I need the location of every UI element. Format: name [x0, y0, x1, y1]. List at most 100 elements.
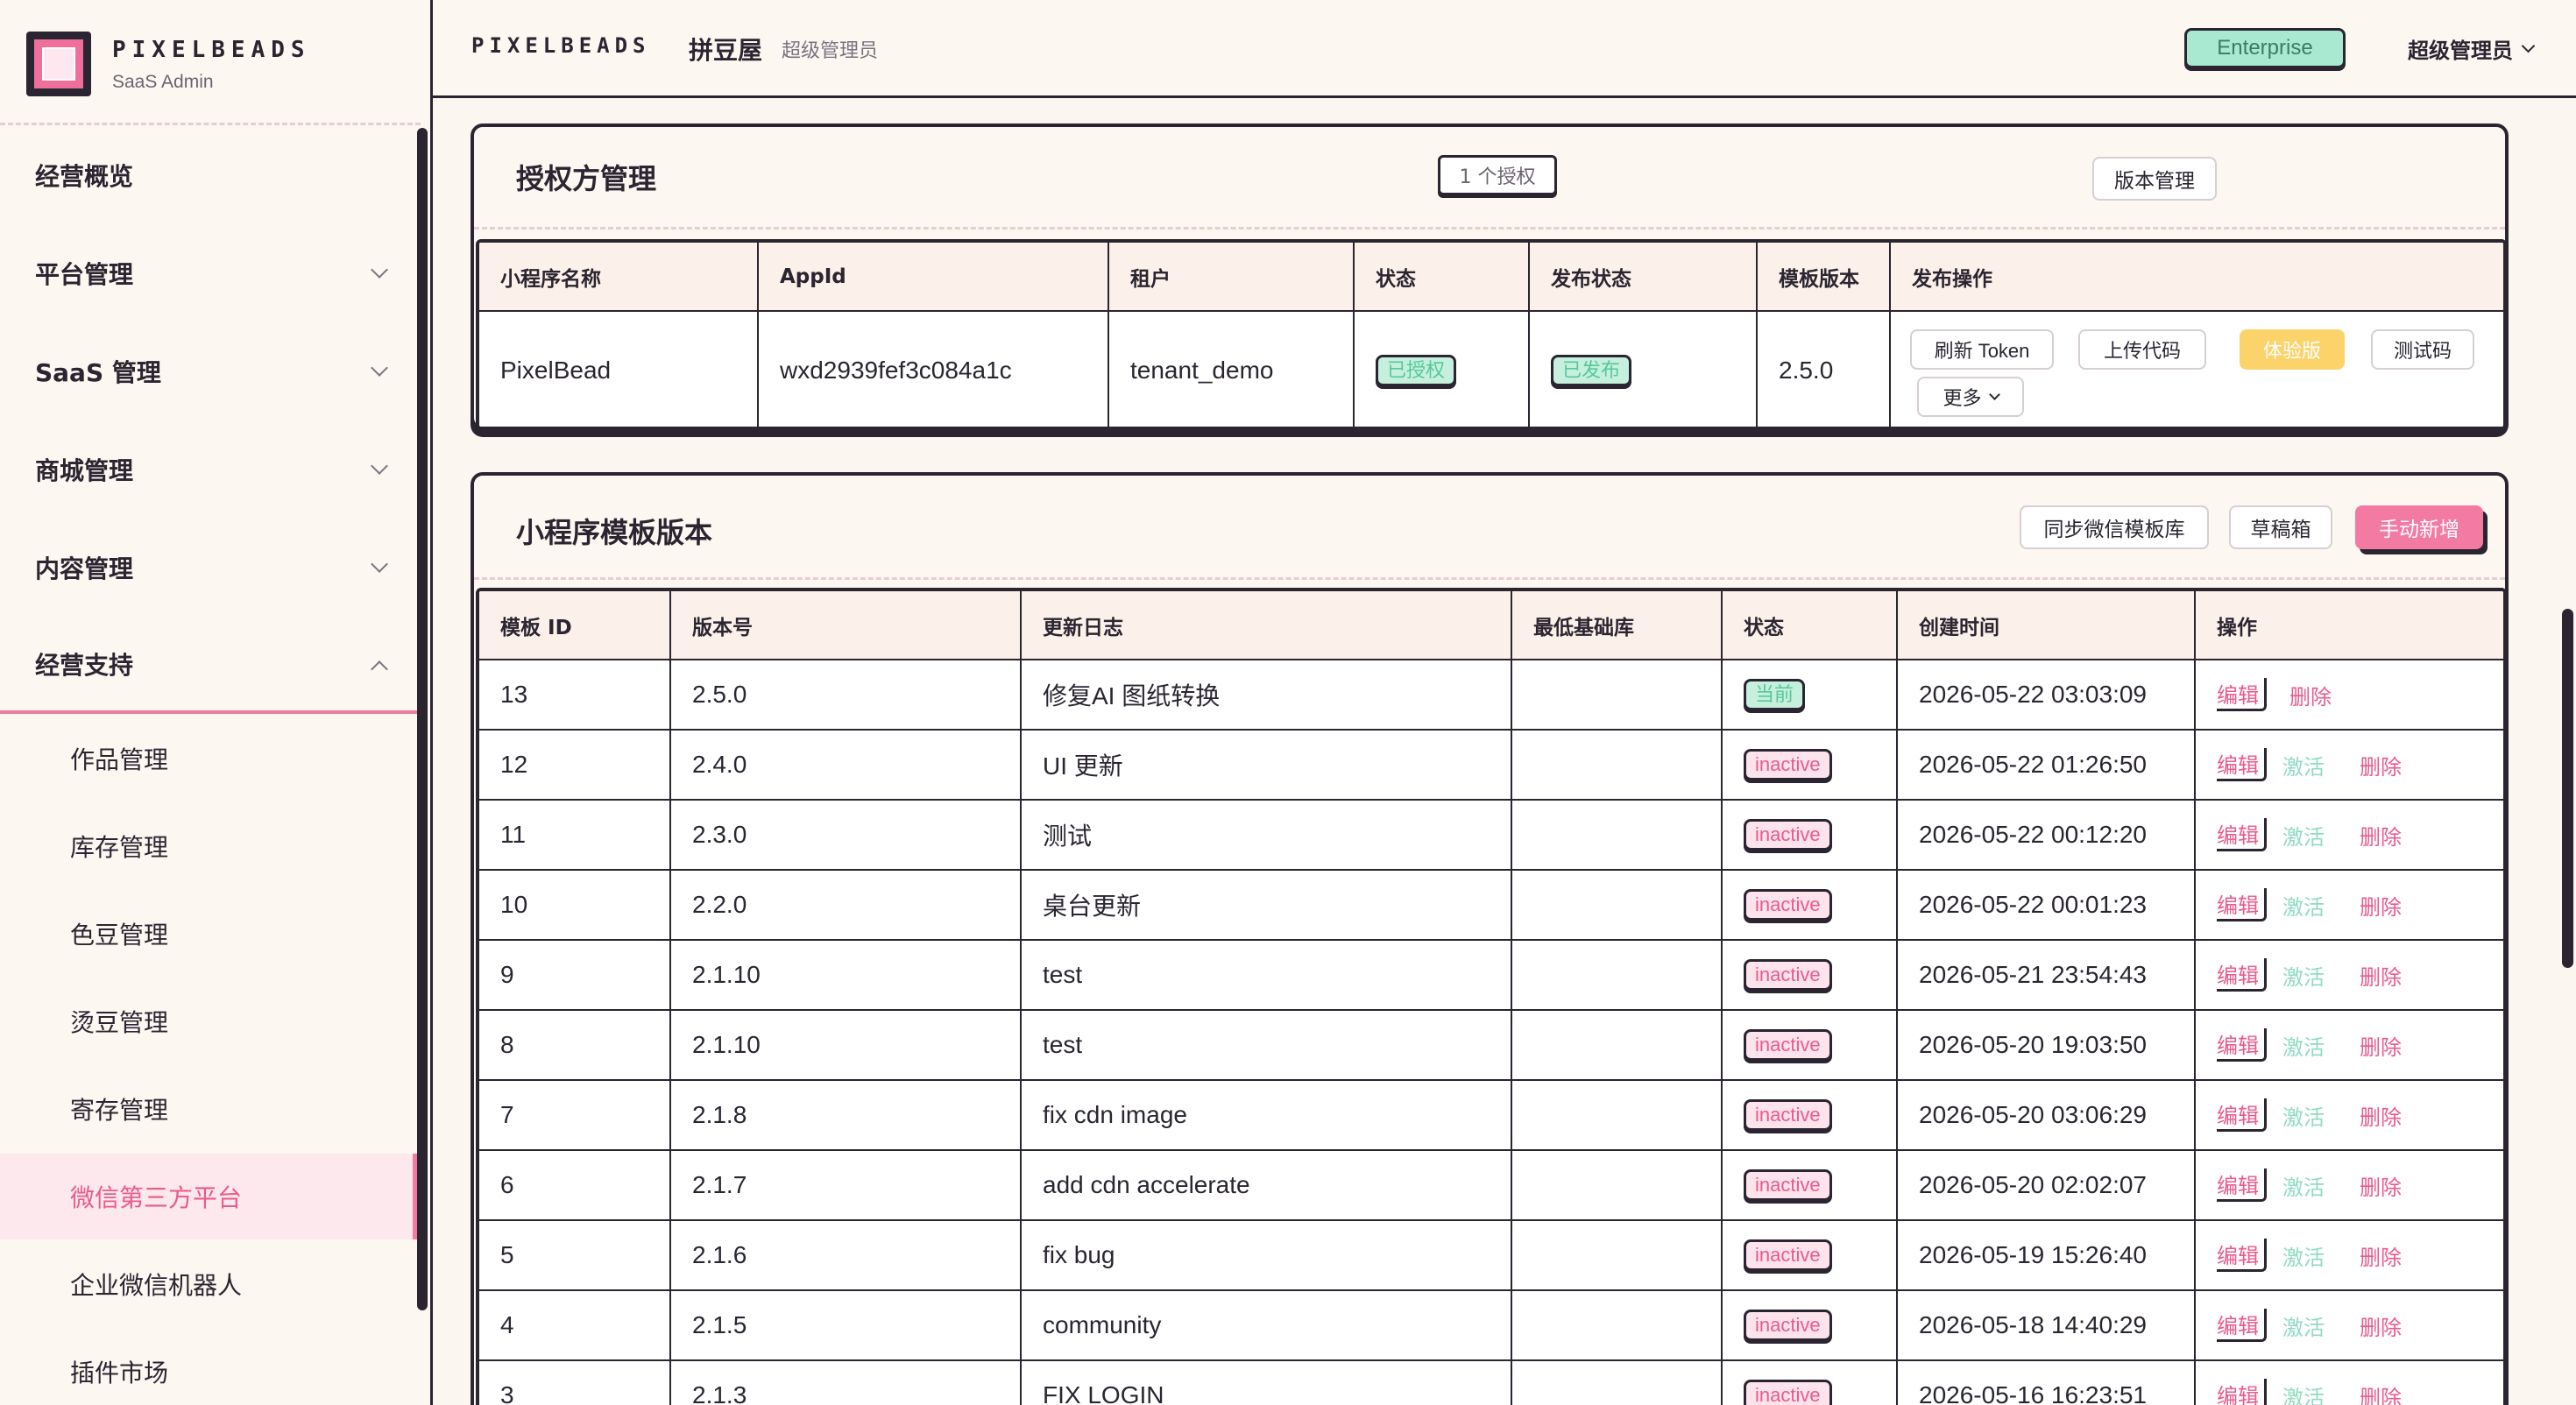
edit-link[interactable]: 编辑 [2217, 1379, 2267, 1405]
activate-link[interactable]: 激活 [2282, 1100, 2325, 1131]
table-row: 3 2.1.3 FIX LOGIN inactive 2026-05-16 16:23:… [479, 1360, 2503, 1405]
column-header: 最低基础库 [1511, 591, 1723, 660]
delete-link[interactable]: 删除 [2360, 1240, 2402, 1271]
template-id: 8 [479, 1010, 671, 1081]
template-id: 10 [479, 870, 671, 941]
delete-link[interactable]: 删除 [2360, 960, 2402, 991]
update-log: test [1021, 940, 1512, 1011]
column-header: 小程序名称 [479, 243, 759, 312]
chevron-down-icon [371, 359, 388, 377]
status-cell: 已授权 [1354, 311, 1530, 427]
test-code-button[interactable]: 测试码 [2371, 329, 2474, 370]
min-base-library [1511, 730, 1723, 801]
edit-link[interactable]: 编辑 [2217, 958, 2267, 992]
activate-link[interactable]: 激活 [2282, 820, 2325, 851]
trial-version-button[interactable]: 体验版 [2240, 329, 2345, 370]
operations-cell: 编辑 删除 [2195, 660, 2503, 731]
activate-link[interactable]: 激活 [2282, 890, 2325, 921]
column-header: 操作 [2195, 591, 2503, 660]
activate-link[interactable]: 激活 [2282, 1170, 2325, 1201]
sidebar-subitem-ironing[interactable]: 烫豆管理 [0, 978, 417, 1064]
edit-link[interactable]: 编辑 [2217, 1239, 2267, 1272]
activate-link[interactable]: 激活 [2282, 1030, 2325, 1061]
more-dropdown-button[interactable]: 更多 [1917, 377, 2024, 417]
activate-link[interactable]: 激活 [2282, 1240, 2325, 1271]
edit-link[interactable]: 编辑 [2217, 1168, 2267, 1202]
sidebar-item-mall[interactable]: 商城管理 [0, 421, 417, 518]
brand[interactable]: PIXELBEADS SaaS Admin [26, 26, 403, 100]
delete-link[interactable]: 删除 [2360, 890, 2402, 921]
created-time: 2026-05-20 03:06:29 [1897, 1080, 2196, 1151]
status-cell: inactive [1722, 1220, 1898, 1291]
template-id: 9 [479, 940, 671, 1011]
edit-link[interactable]: 编辑 [2217, 678, 2267, 711]
table-row: 9 2.1.10 test inactive 2026-05-21 23:54:43 编辑… [479, 940, 2503, 1011]
activate-link[interactable]: 激活 [2282, 1380, 2325, 1405]
sidebar-scrollbar[interactable] [417, 128, 428, 1310]
delete-link[interactable]: 删除 [2360, 820, 2402, 851]
sidebar-subitem-works[interactable]: 作品管理 [0, 716, 417, 801]
operations-cell: 编辑 激活 删除 [2195, 1150, 2503, 1221]
sidebar-subitem-inventory[interactable]: 库存管理 [0, 803, 417, 889]
delete-link[interactable]: 删除 [2360, 750, 2402, 780]
delete-link[interactable]: 删除 [2289, 680, 2332, 710]
edit-link[interactable]: 编辑 [2217, 1309, 2267, 1342]
update-log: 测试 [1021, 800, 1512, 871]
refresh-token-button[interactable]: 刷新 Token [1910, 329, 2054, 370]
manual-add-button[interactable]: 手动新增 [2355, 505, 2483, 549]
edit-link[interactable]: 编辑 [2217, 1028, 2267, 1062]
column-header: 模板 ID [479, 591, 671, 660]
sidebar-item-platform[interactable]: 平台管理 [0, 225, 417, 321]
delete-link[interactable]: 删除 [2360, 1380, 2402, 1405]
table-row: 4 2.1.5 community inactive 2026-05-18 14:40:… [479, 1290, 2503, 1361]
column-header: 模板版本 [1757, 243, 1891, 312]
delete-link[interactable]: 删除 [2360, 1030, 2402, 1061]
sync-wechat-template-button[interactable]: 同步微信模板库 [2020, 505, 2209, 549]
sidebar-item-support[interactable]: 经营支持 [0, 618, 417, 714]
edit-link[interactable]: 编辑 [2217, 1098, 2267, 1132]
divider [0, 123, 421, 125]
created-time: 2026-05-22 03:03:09 [1897, 660, 2196, 731]
sidebar-subitem-storage[interactable]: 寄存管理 [0, 1066, 417, 1152]
sidebar-item-label: SaaS 管理 [35, 358, 161, 387]
sidebar-item-content[interactable]: 内容管理 [0, 519, 417, 616]
created-time: 2026-05-16 16:23:51 [1897, 1360, 2196, 1405]
sidebar-subitem-wecom-bot[interactable]: 企业微信机器人 [0, 1241, 417, 1327]
version-management-button[interactable]: 版本管理 [2092, 157, 2217, 201]
sidebar-subitem-color-beads[interactable]: 色豆管理 [0, 891, 417, 977]
status-badge: inactive [1744, 889, 1832, 921]
header-app-name: 拼豆屋 [689, 36, 763, 65]
sidebar-item-saas[interactable]: SaaS 管理 [0, 323, 417, 420]
column-header: 状态 [1354, 243, 1530, 312]
edit-link[interactable]: 编辑 [2217, 888, 2267, 921]
delete-link[interactable]: 删除 [2360, 1170, 2402, 1201]
publish-status-cell: 已发布 [1529, 311, 1758, 427]
status-cell: inactive [1722, 1010, 1898, 1081]
card-title: 小程序模板版本 [516, 516, 713, 549]
delete-link[interactable]: 删除 [2360, 1310, 2402, 1341]
status-badge: inactive [1744, 819, 1832, 851]
edit-link[interactable]: 编辑 [2217, 818, 2267, 851]
update-log: 桌台更新 [1021, 870, 1512, 941]
delete-link[interactable]: 删除 [2360, 1100, 2402, 1131]
drafts-button[interactable]: 草稿箱 [2229, 505, 2332, 549]
edit-link[interactable]: 编辑 [2217, 748, 2267, 781]
activate-link[interactable]: 激活 [2282, 1310, 2325, 1341]
appid: wxd2939fef3c084a1c [758, 311, 1109, 427]
version-number: 2.3.0 [670, 800, 1022, 871]
table-row: 7 2.1.8 fix cdn image inactive 2026-05-20 03… [479, 1080, 2503, 1151]
activate-link[interactable]: 激活 [2282, 750, 2325, 780]
upload-code-button[interactable]: 上传代码 [2078, 329, 2206, 370]
main-scrollbar[interactable] [2562, 609, 2573, 968]
sidebar-subitem-wechat-platform[interactable]: 微信第三方平台 [0, 1154, 417, 1239]
user-menu[interactable]: 超级管理员 [2408, 33, 2536, 64]
activate-link[interactable]: 激活 [2282, 960, 2325, 991]
sidebar-subitem-plugins[interactable]: 插件市场 [0, 1329, 417, 1405]
update-log: community [1021, 1290, 1512, 1361]
operations-cell: 编辑 激活 删除 [2195, 940, 2503, 1011]
status-badge: inactive [1744, 1029, 1832, 1061]
version-number: 2.1.7 [670, 1150, 1022, 1221]
sidebar-item-overview[interactable]: 经营概览 [0, 127, 417, 223]
operations-cell: 编辑 激活 删除 [2195, 870, 2503, 941]
created-time: 2026-05-18 14:40:29 [1897, 1290, 2196, 1361]
